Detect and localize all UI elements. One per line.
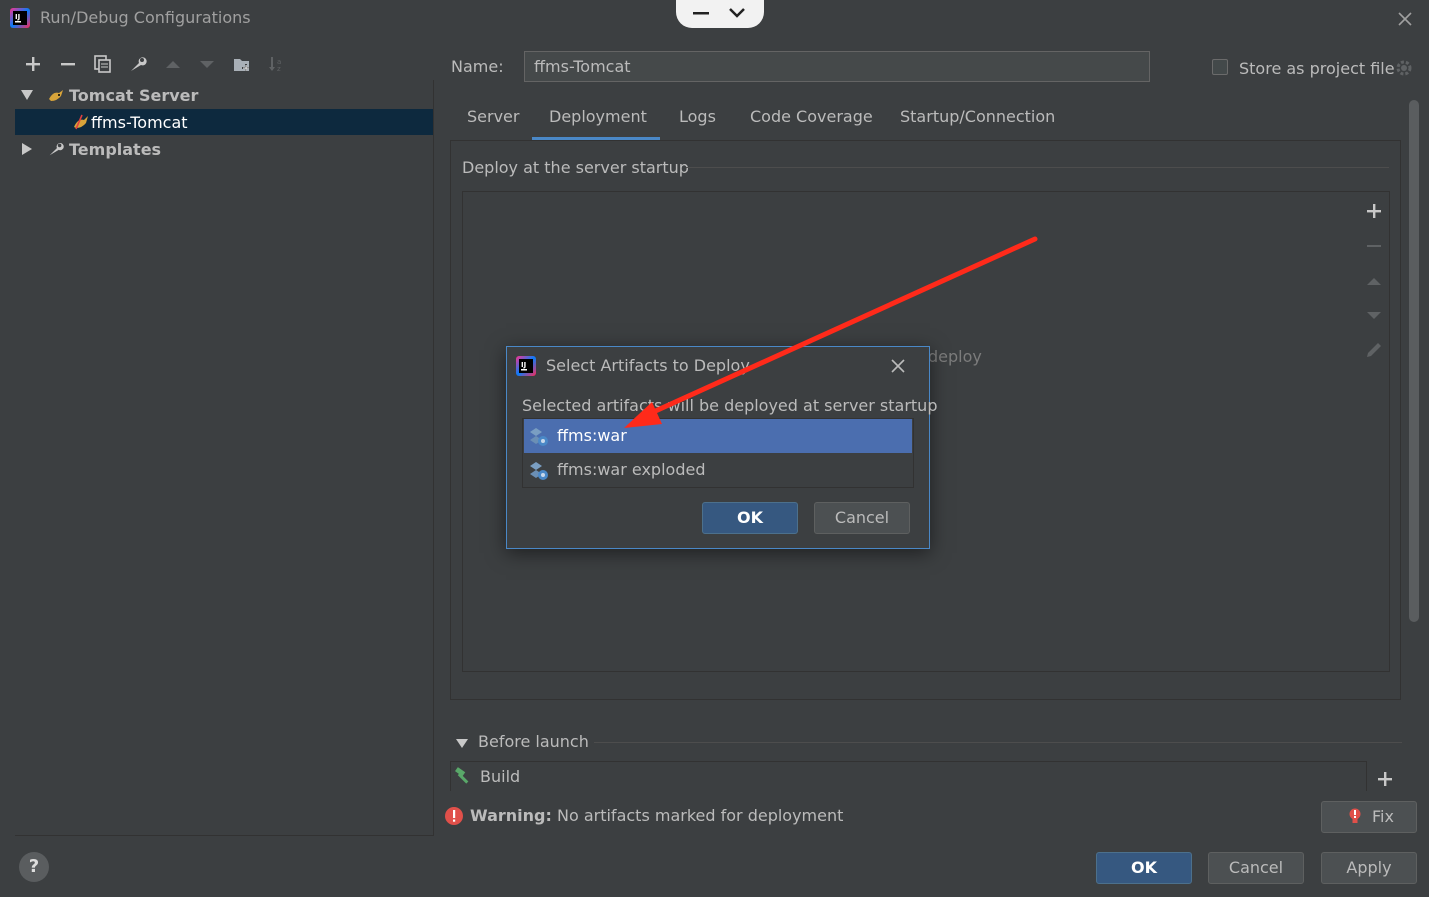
add-before-launch-icon[interactable] bbox=[1375, 769, 1395, 789]
collapse-arrow-icon[interactable] bbox=[456, 739, 468, 748]
artifact-icon bbox=[530, 462, 548, 480]
new-folder-icon[interactable] bbox=[232, 54, 252, 74]
chevron-down-icon[interactable] bbox=[728, 6, 746, 20]
before-launch-list[interactable] bbox=[450, 761, 1367, 791]
artifact-label: ffms:war exploded bbox=[557, 460, 706, 479]
dialog-ok-button[interactable]: OK bbox=[702, 502, 798, 534]
gear-icon[interactable] bbox=[1394, 58, 1414, 78]
section-divider bbox=[686, 167, 1389, 168]
tomcat-icon bbox=[49, 90, 63, 101]
warning-prefix: Warning: bbox=[470, 806, 552, 825]
artifact-icon bbox=[530, 428, 548, 446]
hammer-icon bbox=[455, 767, 469, 784]
edit-icon[interactable] bbox=[1364, 340, 1384, 360]
before-launch-label: Before launch bbox=[478, 732, 589, 751]
name-label: Name: bbox=[451, 57, 504, 76]
warning-message: Warning: No artifacts marked for deploym… bbox=[470, 806, 843, 825]
tree-item-ffms-tomcat[interactable]: ffms-Tomcat bbox=[15, 109, 433, 135]
intellij-logo-icon: IJ bbox=[10, 8, 30, 28]
sort-icon[interactable]: az bbox=[267, 54, 287, 74]
wrench-icon bbox=[49, 143, 64, 156]
before-launch-item[interactable]: Build bbox=[480, 767, 520, 786]
tree-item-templates[interactable]: Templates bbox=[15, 136, 433, 162]
artifact-item-ffms-war[interactable]: ffms:war bbox=[524, 419, 912, 453]
cancel-button[interactable]: Cancel bbox=[1208, 852, 1304, 884]
tree-item-label: ffms-Tomcat bbox=[91, 113, 188, 132]
warning-text: No artifacts marked for deployment bbox=[556, 806, 844, 825]
vertical-scrollbar[interactable] bbox=[1409, 100, 1419, 622]
remove-config-icon[interactable] bbox=[58, 54, 78, 74]
dialog-close-icon[interactable] bbox=[889, 357, 907, 375]
move-down-icon[interactable] bbox=[197, 54, 217, 74]
error-icon bbox=[444, 806, 464, 826]
move-up-icon[interactable] bbox=[1364, 271, 1384, 291]
tree-item-label: Tomcat Server bbox=[69, 86, 199, 105]
section-divider bbox=[594, 742, 1402, 743]
tab-server[interactable]: Server bbox=[467, 107, 519, 139]
section-title: Deploy at the server startup bbox=[462, 158, 689, 177]
tree-item-tomcat-server[interactable]: Tomcat Server bbox=[15, 82, 433, 108]
empty-list-text: deploy bbox=[928, 347, 982, 366]
dialog-description: Selected artifacts will be deployed at s… bbox=[522, 396, 938, 415]
add-config-icon[interactable] bbox=[23, 54, 43, 74]
artifact-item-ffms-war-exploded[interactable]: ffms:war exploded bbox=[524, 453, 912, 487]
config-tree-panel bbox=[15, 80, 434, 836]
tab-deployment[interactable]: Deployment bbox=[549, 107, 647, 139]
tab-startup-connection[interactable]: Startup/Connection bbox=[900, 107, 1055, 139]
store-as-project-file-label: Store as project file bbox=[1239, 59, 1395, 78]
window-close-icon[interactable] bbox=[1395, 9, 1415, 29]
fix-label: Fix bbox=[1372, 807, 1394, 826]
svg-text:IJ: IJ bbox=[521, 361, 526, 369]
copy-config-icon[interactable] bbox=[93, 54, 113, 74]
wrench-icon[interactable] bbox=[128, 54, 148, 74]
window-title: Run/Debug Configurations bbox=[40, 8, 251, 27]
help-button[interactable]: ? bbox=[19, 852, 49, 882]
svg-text:z: z bbox=[277, 65, 281, 73]
dialog-cancel-button[interactable]: Cancel bbox=[814, 502, 910, 534]
svg-text:IJ: IJ bbox=[15, 13, 20, 21]
fix-button[interactable]: Fix bbox=[1321, 801, 1417, 833]
tree-item-label: Templates bbox=[69, 140, 162, 159]
artifact-label: ffms:war bbox=[557, 426, 627, 445]
apply-button[interactable]: Apply bbox=[1321, 852, 1417, 884]
collapse-arrow-icon[interactable] bbox=[22, 143, 32, 155]
expand-arrow-icon[interactable] bbox=[21, 90, 33, 100]
fix-bulb-icon bbox=[1349, 808, 1361, 823]
screen-recorder-notch[interactable] bbox=[676, 0, 764, 28]
intellij-logo-icon: IJ bbox=[516, 356, 536, 376]
move-down-icon[interactable] bbox=[1364, 305, 1384, 325]
store-as-project-file-checkbox[interactable] bbox=[1212, 59, 1228, 75]
name-input[interactable]: ffms-Tomcat bbox=[524, 51, 1150, 82]
tab-logs[interactable]: Logs bbox=[679, 107, 716, 139]
dialog-title: Select Artifacts to Deploy bbox=[546, 356, 750, 375]
move-up-icon[interactable] bbox=[163, 54, 183, 74]
minimize-icon[interactable] bbox=[692, 6, 710, 20]
remove-artifact-icon[interactable] bbox=[1364, 236, 1384, 256]
add-artifact-icon[interactable] bbox=[1364, 201, 1384, 221]
tomcat-config-icon bbox=[74, 114, 88, 130]
ok-button[interactable]: OK bbox=[1096, 852, 1192, 884]
tab-code-coverage[interactable]: Code Coverage bbox=[750, 107, 873, 139]
